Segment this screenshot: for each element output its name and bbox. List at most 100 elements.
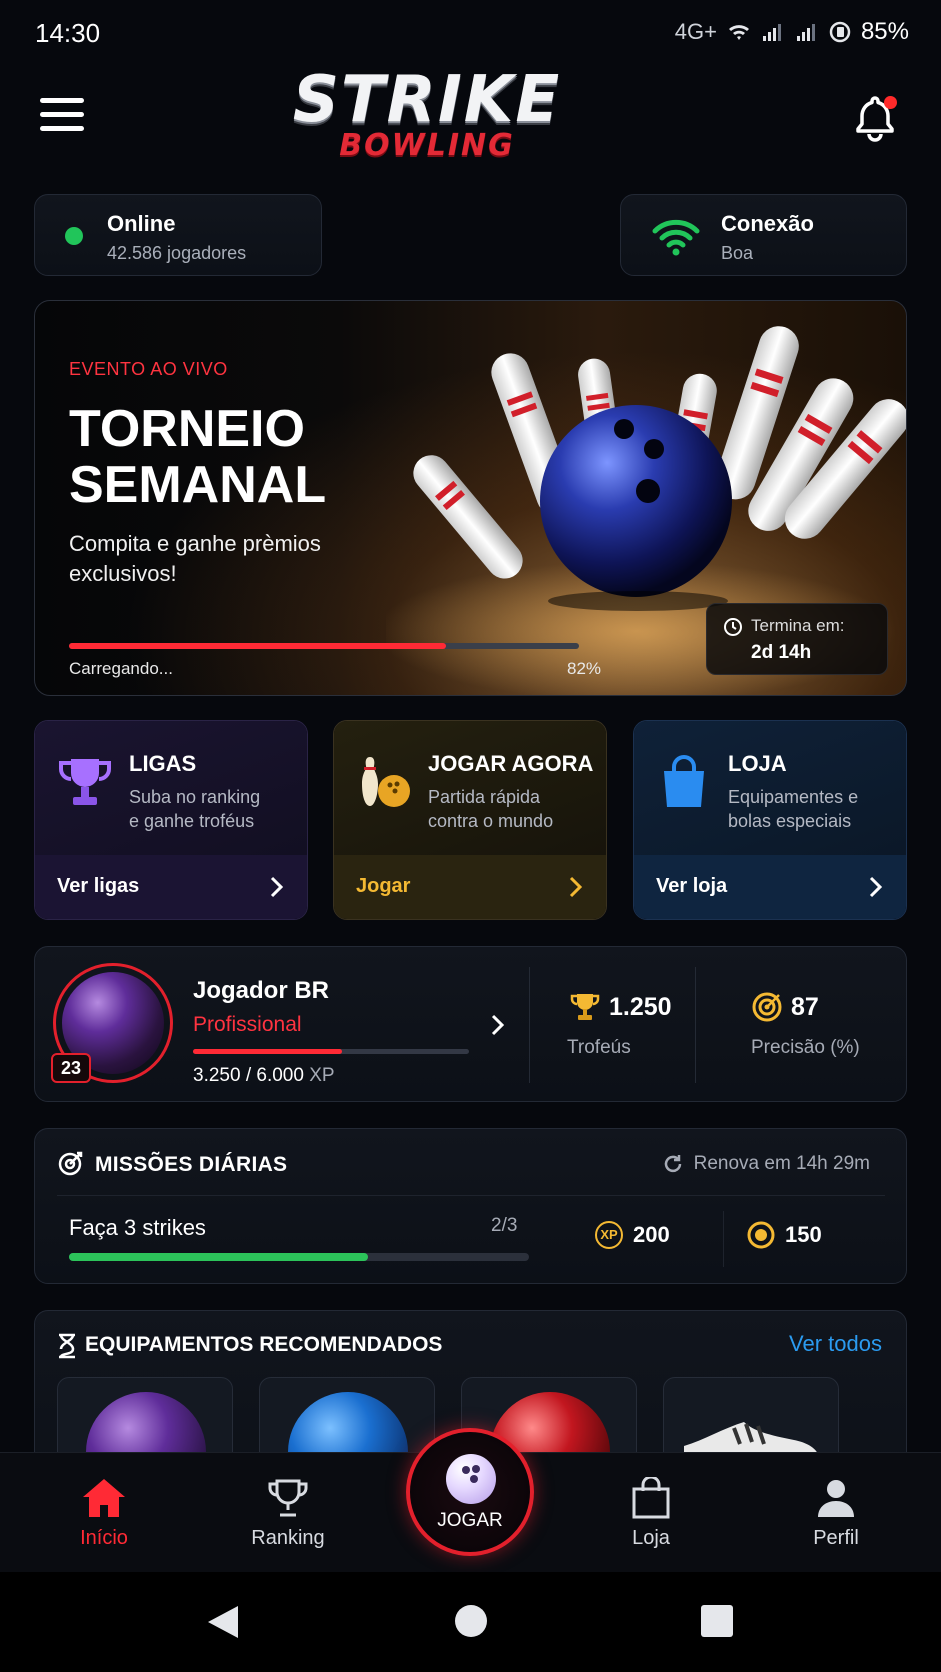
play-now-desc-line: Partida rápida: [428, 787, 541, 807]
tournament-title: TORNEIO SEMANAL: [69, 401, 326, 513]
bowling-icon: [362, 757, 410, 807]
menu-button[interactable]: [40, 98, 84, 134]
nav-home-label: Início: [80, 1527, 128, 1549]
see-leagues-label: Ver ligas: [57, 875, 140, 897]
see-shop-label: Ver loja: [656, 875, 728, 897]
nav-ranking-label: Ranking: [251, 1527, 325, 1549]
coin-reward: 150: [747, 1221, 822, 1249]
network-type: 4G+: [674, 19, 717, 44]
xp-text: 3.250 / 6.000 XP: [193, 1065, 335, 1087]
target-icon: [752, 992, 782, 1022]
leagues-card-top: LIGAS Suba no ranking e ganhe troféus: [35, 721, 307, 855]
tournament-banner[interactable]: EVENTO AO VIVO TORNEIO SEMANAL Compita e…: [34, 300, 907, 696]
coin-reward-value: 150: [785, 1222, 822, 1247]
see-leagues-link[interactable]: Ver ligas: [35, 855, 307, 919]
trophies-value: 1.250: [609, 992, 672, 1021]
battery-icon: [829, 21, 851, 43]
chevron-right-icon: [569, 876, 583, 898]
missions-renew: Renova em 14h 29m: [662, 1153, 870, 1175]
online-count: 42.586 jogadores: [107, 243, 247, 263]
divider: [529, 967, 530, 1083]
missions-title: MISSÕES DIÁRIAS: [95, 1153, 288, 1176]
wifi-status-icon: [728, 25, 749, 40]
trophy-gold-icon: [570, 994, 600, 1020]
shop-card[interactable]: LOJA Equipamentes e bolas especiais Ver …: [633, 720, 907, 920]
leagues-title: LIGAS: [129, 751, 197, 776]
notifications-button[interactable]: [851, 92, 899, 142]
chevron-right-icon: [270, 876, 284, 898]
logo-strike-text: STRIKE: [292, 63, 562, 137]
title-line-1: TORNEIO: [69, 400, 305, 458]
nav-shop[interactable]: Loja: [591, 1477, 711, 1550]
play-button[interactable]: JOGAR: [406, 1428, 534, 1556]
see-shop-link[interactable]: Ver loja: [634, 855, 906, 919]
leagues-desc-line: Suba no ranking: [129, 787, 261, 807]
renew-text: Renova em 14h 29m: [693, 1153, 870, 1174]
leagues-card[interactable]: LIGAS Suba no ranking e ganhe troféus Ve…: [34, 720, 308, 920]
mission-count: 2/3: [491, 1215, 518, 1236]
live-event-tag: EVENTO AO VIVO: [69, 359, 228, 379]
xp-progress-bar: [193, 1049, 469, 1054]
wifi-icon: [652, 219, 700, 256]
system-navigation-bar: [0, 1572, 941, 1672]
level-badge: 23: [51, 1053, 91, 1083]
nav-shop-label: Loja: [632, 1527, 670, 1549]
divider: [57, 1195, 885, 1196]
xp-reward: XP 200: [595, 1221, 670, 1249]
notification-dot: [884, 96, 897, 109]
play-now-title: JOGAR AGORA: [428, 751, 594, 776]
see-all-link[interactable]: Ver todos: [789, 1331, 882, 1357]
shop-description: Equipamentes e bolas especiais: [728, 785, 898, 833]
xp-separator: /: [245, 1065, 252, 1086]
home-button-icon[interactable]: [454, 1604, 488, 1638]
battery-level: 85%: [860, 18, 909, 45]
equipment-title: EQUIPAMENTOS RECOMENDADOS: [85, 1333, 443, 1356]
online-players-card: Online 42.586 jogadores: [34, 194, 322, 276]
precision-label: Precisão (%): [751, 1037, 860, 1058]
chevron-right-icon: [869, 876, 883, 898]
trophies-label: Trofeús: [567, 1037, 631, 1058]
app-logo: STRIKE BOWLING: [262, 64, 592, 174]
back-icon[interactable]: [206, 1604, 240, 1640]
clock-icon: [724, 618, 742, 636]
trophy-outline-icon: [268, 1479, 308, 1517]
nav-profile[interactable]: Perfil: [776, 1477, 896, 1550]
play-link[interactable]: Jogar: [334, 855, 606, 919]
trophy-icon: [59, 759, 111, 805]
home-icon: [83, 1479, 125, 1517]
play-now-card-top: JOGAR AGORA Partida rápida contra o mund…: [334, 721, 606, 855]
precision-stat: 87: [751, 991, 819, 1023]
play-now-description: Partida rápida contra o mundo: [428, 785, 598, 833]
ball-holes: [462, 1465, 480, 1483]
xp-coin-icon: XP: [595, 1221, 623, 1249]
recents-icon[interactable]: [700, 1604, 734, 1638]
xp-unit: XP: [309, 1065, 335, 1086]
play-now-card[interactable]: JOGAR AGORA Partida rápida contra o mund…: [333, 720, 607, 920]
loading-progress-fill: [69, 643, 447, 649]
nav-home[interactable]: Início: [44, 1477, 164, 1550]
player-rank: Profissional: [193, 1013, 302, 1036]
player-profile-card[interactable]: 23 Jogador BR Profissional 3.250 / 6.000…: [34, 946, 907, 1102]
play-now-desc-line: contra o mundo: [428, 811, 554, 831]
target-arrow-icon: [58, 1151, 83, 1176]
online-status-dot: [65, 227, 83, 245]
connection-quality: Boa: [721, 243, 754, 263]
shop-title: LOJA: [728, 751, 787, 776]
trophies-stat: 1.250: [569, 991, 672, 1023]
daily-missions-card: MISSÕES DIÁRIAS Renova em 14h 29m Faça 3…: [34, 1128, 907, 1284]
menu-bar: [40, 112, 84, 117]
chevron-right-icon[interactable]: [491, 1013, 505, 1037]
menu-bar: [40, 126, 84, 131]
nav-ranking[interactable]: Ranking: [228, 1477, 348, 1550]
title-line-2: SEMANAL: [69, 456, 327, 514]
shopping-bag-outline-icon: [632, 1477, 670, 1519]
status-icons: 4G+ 85%: [675, 18, 909, 46]
signal-icon-2: [796, 24, 815, 41]
divider: [723, 1211, 724, 1267]
leagues-description: Suba no ranking e ganhe troféus: [129, 785, 299, 833]
play-label: Jogar: [356, 875, 411, 897]
status-time: 14:30: [35, 18, 101, 48]
bowling-ball-icon: [446, 1454, 496, 1504]
tournament-description: Compita e ganhe prèmios exclusivos!: [69, 531, 321, 586]
hourglass-icon: [59, 1333, 75, 1359]
